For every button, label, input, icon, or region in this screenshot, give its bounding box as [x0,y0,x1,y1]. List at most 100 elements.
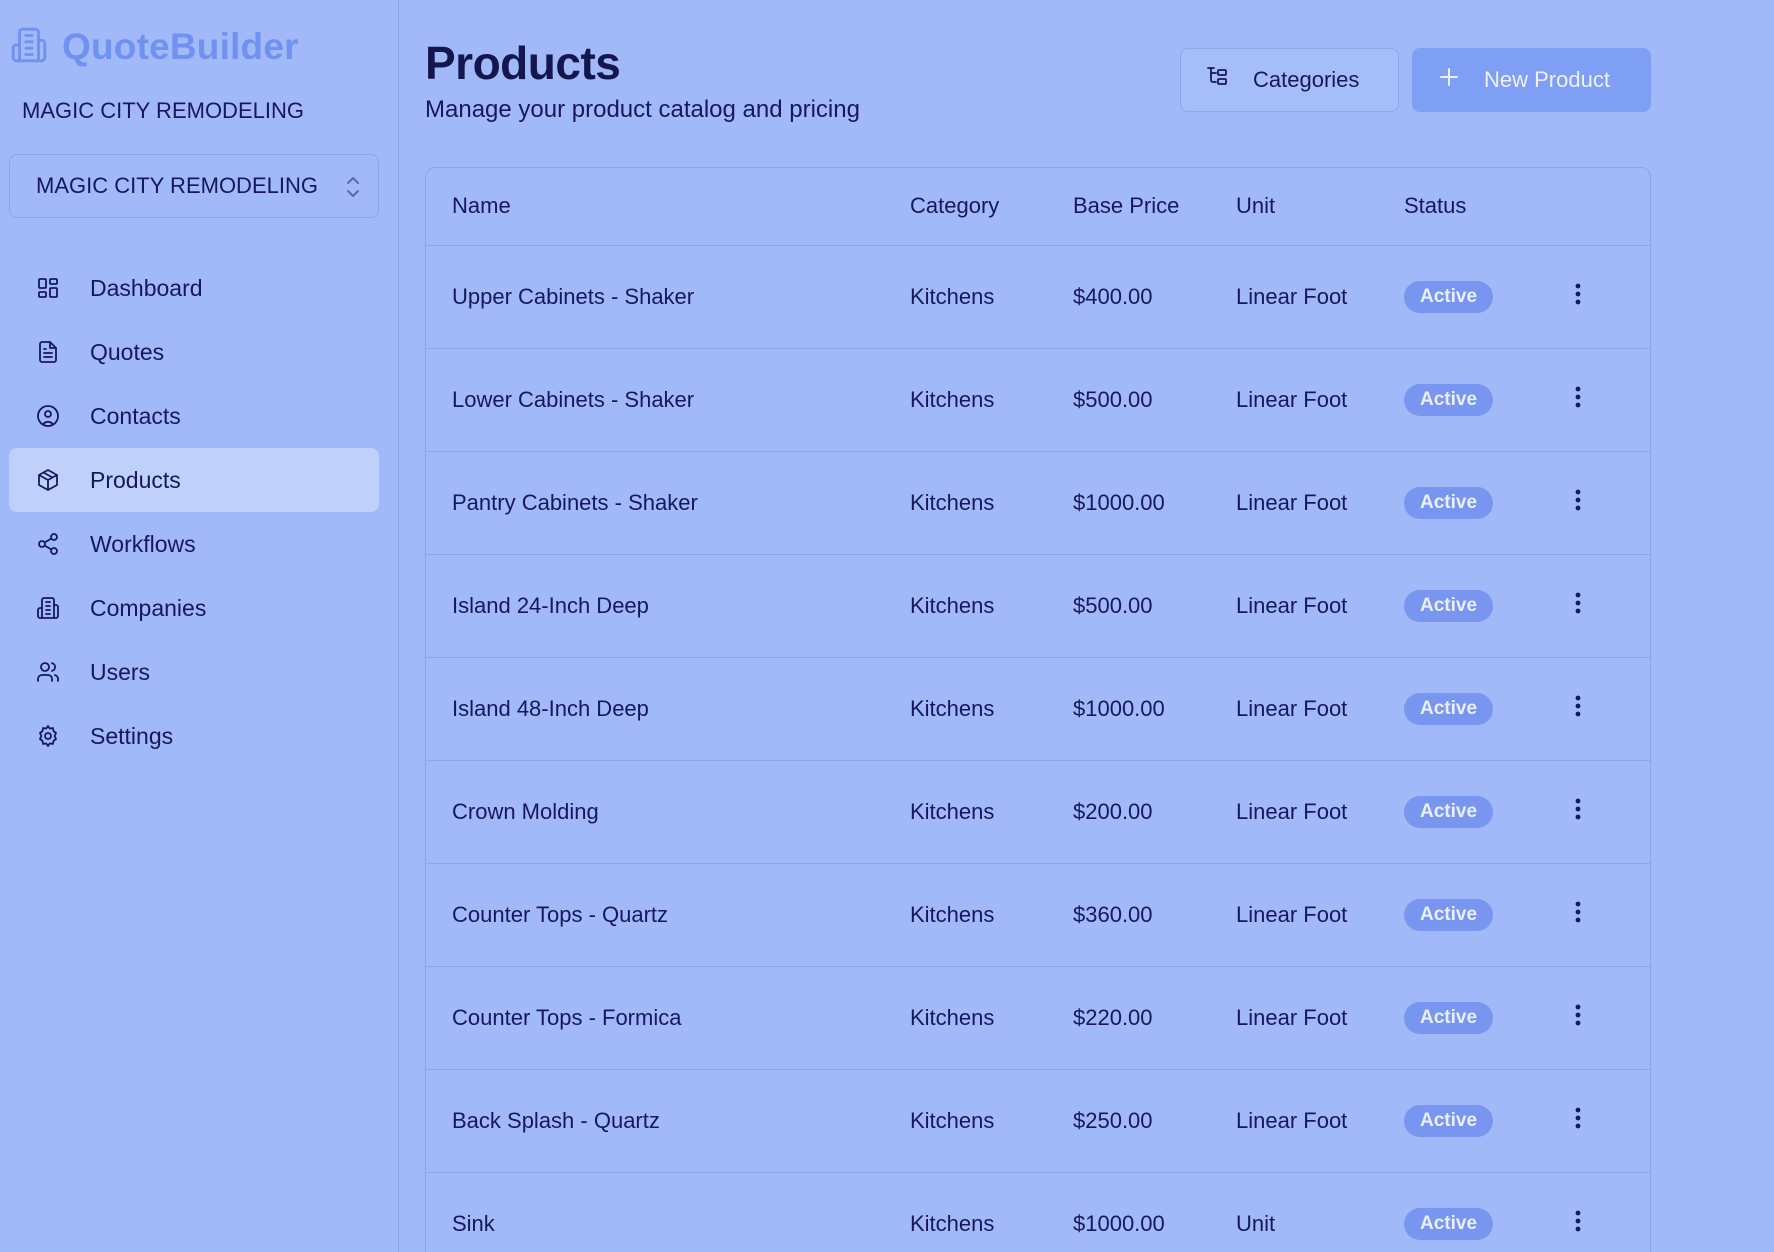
table-row[interactable]: Island 24-Inch Deep Kitchens $500.00 Linear… [426,554,1650,658]
table-row[interactable]: Upper Cabinets - Shaker Kitchens $400.00 Li… [426,245,1650,349]
row-actions-cell [1554,554,1650,658]
product-status-cell: Active [1404,966,1554,1070]
table-row[interactable]: Counter Tops - Quartz Kitchens $360.00 Line… [426,863,1650,967]
more-options-icon[interactable] [1566,489,1590,511]
row-actions-cell [1554,966,1650,1070]
sidebar-item-label: Users [90,658,151,685]
table-row[interactable]: Pantry Cabinets - Shaker Kitchens $1000.00… [426,451,1650,555]
more-options-icon[interactable] [1566,1004,1590,1026]
organization-select-value: MAGIC CITY REMODELING [36,173,318,198]
sidebar-item-label: Companies [90,594,207,621]
more-options-icon[interactable] [1566,592,1590,614]
product-unit-cell: Linear Foot [1236,863,1404,967]
sidebar-item-companies[interactable]: Companies [9,576,379,640]
product-category-cell: Kitchens [910,1069,1073,1173]
column-header-unit[interactable]: Unit [1236,168,1404,246]
status-badge: Active [1404,280,1494,313]
column-header-category[interactable]: Category [910,168,1073,246]
sidebar-item-quotes[interactable]: Quotes [9,320,379,384]
more-options-icon[interactable] [1566,283,1590,305]
column-header-name[interactable]: Name [426,168,910,246]
more-options-icon[interactable] [1566,901,1590,923]
sidebar-item-label: Settings [90,722,174,749]
product-unit-cell: Linear Foot [1236,657,1404,761]
building-logo-icon [10,26,48,69]
brand[interactable]: QuoteBuilder [10,22,299,72]
product-unit-cell: Unit [1236,1172,1404,1252]
product-name-cell: Counter Tops - Quartz [426,863,910,967]
organization-select[interactable]: MAGIC CITY REMODELING [9,154,379,218]
product-category-cell: Kitchens [910,657,1073,761]
product-price-cell: $1000.00 [1073,1172,1236,1252]
sidebar-item-settings[interactable]: Settings [9,704,379,768]
product-unit-cell: Linear Foot [1236,554,1404,658]
table-row[interactable]: Island 48-Inch Deep Kitchens $1000.00 Linea… [426,657,1650,761]
product-status-cell: Active [1404,657,1554,761]
status-badge: Active [1404,795,1494,828]
table-row[interactable]: Sink Kitchens $1000.00 Unit Active [426,1172,1650,1252]
product-status-cell: Active [1404,760,1554,864]
row-actions-cell [1554,1172,1650,1252]
product-status-cell: Active [1404,245,1554,349]
sidebar-item-contacts[interactable]: Contacts [9,384,379,448]
product-name-cell: Crown Molding [426,760,910,864]
more-options-icon[interactable] [1566,1210,1590,1232]
product-status-cell: Active [1404,554,1554,658]
sidebar-item-label: Products [90,466,181,493]
column-header-base-price[interactable]: Base Price [1073,168,1236,246]
product-unit-cell: Linear Foot [1236,1069,1404,1173]
product-price-cell: $200.00 [1073,760,1236,864]
product-price-cell: $400.00 [1073,245,1236,349]
more-options-icon[interactable] [1566,798,1590,820]
chevrons-up-down-icon [342,174,364,206]
page-subtitle: Manage your product catalog and pricing [425,96,860,123]
status-badge: Active [1404,1001,1494,1034]
categories-button[interactable]: Categories [1180,48,1399,112]
sidebar-item-users[interactable]: Users [9,640,379,704]
sidebar-item-dashboard[interactable]: Dashboard [9,256,379,320]
product-unit-cell: Linear Foot [1236,245,1404,349]
product-name-cell: Sink [426,1172,910,1252]
box-icon [35,467,61,493]
table-row[interactable]: Lower Cabinets - Shaker Kitchens $500.00 Li… [426,348,1650,452]
product-name-cell: Pantry Cabinets - Shaker [426,451,910,555]
more-options-icon[interactable] [1566,1107,1590,1129]
product-name-cell: Back Splash - Quartz [426,1069,910,1173]
product-name-cell: Counter Tops - Formica [426,966,910,1070]
building-icon [35,595,61,621]
product-name-cell: Island 24-Inch Deep [426,554,910,658]
category-tree-icon [1207,65,1231,95]
more-options-icon[interactable] [1566,386,1590,408]
sidebar-item-label: Dashboard [90,274,203,301]
product-category-cell: Kitchens [910,1172,1073,1252]
product-category-cell: Kitchens [910,554,1073,658]
row-actions-cell [1554,657,1650,761]
status-badge: Active [1404,1207,1494,1240]
share-icon [35,531,61,557]
new-product-button[interactable]: New Product [1412,48,1651,112]
product-price-cell: $500.00 [1073,348,1236,452]
product-price-cell: $500.00 [1073,554,1236,658]
status-badge: Active [1404,692,1494,725]
product-category-cell: Kitchens [910,348,1073,452]
more-options-icon[interactable] [1566,695,1590,717]
table-row[interactable]: Counter Tops - Formica Kitchens $220.00 Lin… [426,966,1650,1070]
row-actions-cell [1554,245,1650,349]
sidebar-item-workflows[interactable]: Workflows [9,512,379,576]
column-header-actions [1554,168,1650,246]
status-badge: Active [1404,383,1494,416]
sidebar-item-products[interactable]: Products [9,448,379,512]
user-circle-icon [35,403,61,429]
table-row[interactable]: Back Splash - Quartz Kitchens $250.00 Linea… [426,1069,1650,1173]
plus-icon [1438,66,1460,94]
product-unit-cell: Linear Foot [1236,348,1404,452]
gear-icon [35,723,61,749]
product-unit-cell: Linear Foot [1236,451,1404,555]
product-unit-cell: Linear Foot [1236,966,1404,1070]
document-icon [35,339,61,365]
product-category-cell: Kitchens [910,451,1073,555]
product-price-cell: $250.00 [1073,1069,1236,1173]
product-status-cell: Active [1404,348,1554,452]
table-row[interactable]: Crown Molding Kitchens $200.00 Linear Foot A… [426,760,1650,864]
column-header-status[interactable]: Status [1404,168,1554,246]
